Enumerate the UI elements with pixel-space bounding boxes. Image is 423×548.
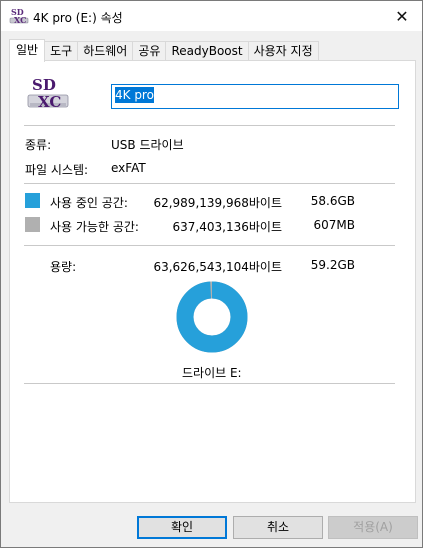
- used-space-label: 사용 중인 공간:: [50, 196, 128, 210]
- general-panel: SD XC 4K pro 종류: USB 드라이브 파일 시스템: exFAT …: [9, 60, 416, 503]
- cancel-button[interactable]: 취소: [233, 516, 323, 539]
- tab-readyboost[interactable]: ReadyBoost: [165, 41, 249, 61]
- sdxc-drive-icon: SD XC: [9, 7, 29, 25]
- usage-donut-chart: [176, 281, 248, 353]
- file-system-value: exFAT: [111, 161, 146, 175]
- donut-used-arc: [176, 281, 248, 353]
- properties-window: SD XC 4K pro (E:) 속성 ✕ 일반 도구 하드웨어 공유 Rea…: [0, 0, 423, 548]
- free-space-bytes: 637,403,136바이트: [172, 220, 282, 234]
- separator: [24, 383, 395, 384]
- type-value: USB 드라이브: [111, 138, 184, 152]
- tab-customize[interactable]: 사용자 지정: [247, 41, 319, 61]
- capacity-size: 59.2GB: [310, 258, 355, 272]
- sdxc-drive-icon: SD XC: [27, 76, 69, 111]
- free-space-label: 사용 가능한 공간:: [50, 220, 139, 234]
- drive-caption: 드라이브 E:: [182, 366, 242, 380]
- tab-sharing[interactable]: 공유: [132, 41, 167, 61]
- drive-name-input[interactable]: 4K pro: [111, 84, 399, 109]
- separator: [24, 183, 395, 184]
- window-title: 4K pro (E:) 속성: [33, 11, 123, 25]
- drive-icon-text-xc: XC: [38, 93, 61, 111]
- separator: [24, 125, 395, 126]
- separator: [24, 245, 395, 246]
- tab-hardware[interactable]: 하드웨어: [77, 41, 134, 61]
- capacity-bytes: 63,626,543,104바이트: [153, 260, 282, 274]
- drive-name-value: 4K pro: [115, 87, 154, 103]
- close-button[interactable]: ✕: [388, 4, 416, 28]
- capacity-label: 용량:: [50, 260, 77, 274]
- free-space-swatch: [25, 217, 40, 232]
- ok-button[interactable]: 확인: [137, 516, 227, 539]
- drive-icon-text-sd: SD: [32, 76, 56, 94]
- apply-button[interactable]: 적용(A): [328, 516, 418, 539]
- title-bar: SD XC 4K pro (E:) 속성 ✕: [1, 1, 422, 31]
- tab-tools[interactable]: 도구: [44, 41, 79, 61]
- tab-general[interactable]: 일반: [9, 39, 46, 62]
- used-space-size: 58.6GB: [310, 194, 355, 208]
- icon-text-xc: XC: [14, 15, 26, 25]
- tab-bar: 일반 도구 하드웨어 공유 ReadyBoost 사용자 지정: [9, 39, 319, 62]
- free-space-size: 607MB: [313, 218, 356, 232]
- used-space-bytes: 62,989,139,968바이트: [153, 196, 282, 210]
- file-system-label: 파일 시스템:: [25, 163, 89, 177]
- close-icon: ✕: [395, 6, 409, 26]
- used-space-swatch: [25, 193, 40, 208]
- type-label: 종류:: [25, 138, 52, 152]
